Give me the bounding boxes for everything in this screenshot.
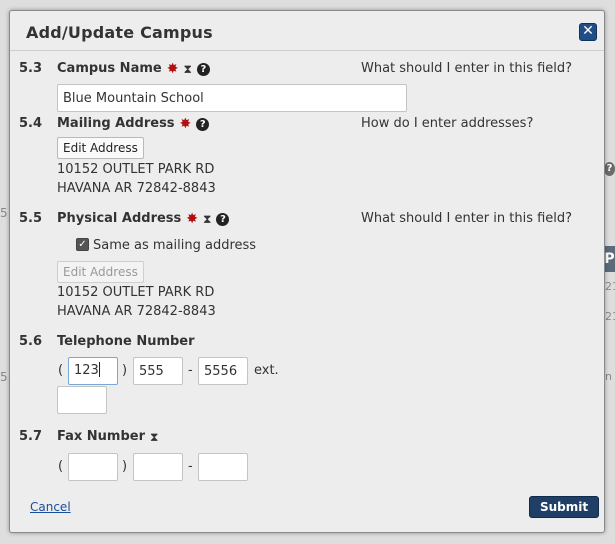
text-cursor: [98, 362, 100, 377]
dash: -: [188, 459, 193, 474]
background-fragment: 21: [605, 280, 615, 293]
mailing-address-label: Mailing Address: [57, 116, 175, 131]
mailing-address-line2: HAVANA AR 72842-8843: [57, 181, 216, 196]
help-icon[interactable]: ?: [196, 63, 210, 76]
telephone-line-input[interactable]: [198, 357, 248, 385]
campus-name-label-row: Campus Name ✸ ⧗?: [57, 61, 210, 77]
dialog-title: Add/Update Campus: [26, 23, 213, 42]
telephone-number-label: Telephone Number: [57, 334, 195, 349]
campus-name-help-link[interactable]: What should I enter in this field?: [361, 61, 572, 76]
physical-address-number: 5.5: [19, 211, 43, 226]
fax-number-number: 5.7: [19, 429, 43, 444]
mailing-address-help-link[interactable]: How do I enter addresses?: [361, 116, 533, 131]
submit-button[interactable]: Submit: [529, 496, 600, 518]
fax-line-input[interactable]: [198, 453, 248, 481]
telephone-prefix-input[interactable]: [133, 357, 183, 385]
open-paren: (: [58, 363, 64, 378]
campus-name-input[interactable]: [57, 84, 407, 112]
close-icon[interactable]: ✕: [579, 23, 597, 41]
fax-number-label-row: Fax Number ⧗: [57, 429, 158, 445]
physical-address-label: Physical Address: [57, 211, 182, 226]
help-icon[interactable]: ?: [216, 213, 230, 226]
help-icon[interactable]: ?: [196, 118, 210, 131]
required-icon: ✸: [166, 61, 179, 77]
same-as-mailing-checkbox[interactable]: ✓: [76, 238, 89, 251]
campus-name-label: Campus Name: [57, 61, 162, 76]
telephone-ext-input[interactable]: [57, 386, 107, 414]
dash: -: [188, 363, 193, 378]
telephone-number-number: 5.6: [19, 334, 43, 349]
required-icon: ✸: [179, 116, 192, 132]
fax-area-code-input[interactable]: [68, 453, 118, 481]
hourglass-icon: ⧗: [183, 62, 192, 76]
telephone-area-code-input[interactable]: 123: [68, 357, 118, 385]
background-fragment: n: [605, 370, 612, 383]
close-paren: ): [122, 363, 128, 378]
dialog-header: Add/Update Campus ✕: [10, 11, 604, 51]
campus-name-number: 5.3: [19, 61, 43, 76]
physical-address-help-link[interactable]: What should I enter in this field?: [361, 211, 572, 226]
add-update-campus-dialog: Add/Update Campus ✕ 5.3 Campus Name ✸ ⧗? W…: [9, 10, 605, 533]
ext-label: ext.: [254, 363, 279, 378]
background-help-icon: ?: [604, 162, 615, 176]
mailing-address-line1: 10152 OUTLET PARK RD: [57, 162, 215, 177]
cancel-link[interactable]: Cancel: [30, 500, 71, 514]
fax-prefix-input[interactable]: [133, 453, 183, 481]
hourglass-icon: ⧗: [150, 430, 159, 444]
mailing-address-number: 5.4: [19, 116, 43, 131]
physical-address-label-row: Physical Address ✸ ⧗?: [57, 211, 230, 227]
fax-number-label: Fax Number: [57, 429, 146, 444]
close-paren: ): [122, 459, 128, 474]
physical-address-line1: 10152 OUTLET PARK RD: [57, 285, 215, 300]
hourglass-icon: ⧗: [203, 212, 212, 226]
physical-address-line2: HAVANA AR 72842-8843: [57, 304, 216, 319]
required-icon: ✸: [186, 211, 199, 227]
open-paren: (: [58, 459, 64, 474]
same-as-mailing-label: Same as mailing address: [93, 238, 257, 253]
background-fragment: P: [604, 246, 615, 272]
background-fragment: 21: [605, 310, 615, 323]
physical-edit-address-button: Edit Address: [57, 261, 144, 283]
mailing-address-label-row: Mailing Address ✸?: [57, 116, 210, 132]
mailing-edit-address-button[interactable]: Edit Address: [57, 137, 144, 159]
